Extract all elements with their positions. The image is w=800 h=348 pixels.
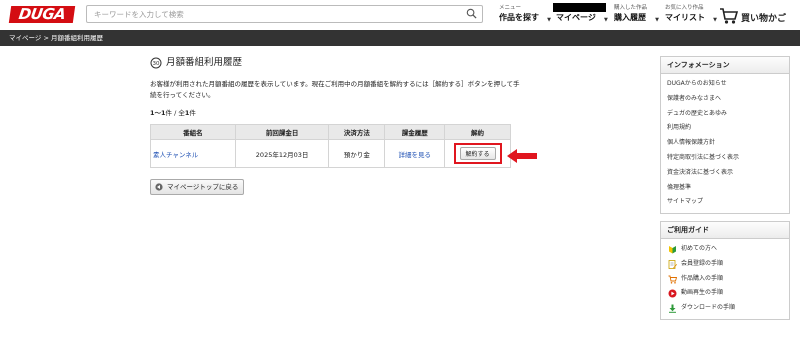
sidebar-item-ethics[interactable]: 倫理基準 (661, 181, 789, 196)
cancel-cell: 解約する (444, 139, 511, 168)
cancel-subscription-button[interactable]: 解約する (459, 147, 496, 160)
table-row: 素人チャンネル 2025年12月03日 預かり金 詳細を見る 解約する (150, 139, 511, 168)
count-unit: 件 / 全 (165, 109, 185, 117)
sidebar-item-commerce-law[interactable]: 特定商取引法に基づく表示 (661, 151, 789, 166)
svg-text:30: 30 (153, 61, 160, 67)
search-icon[interactable] (466, 8, 477, 19)
count-range: 1～1 (150, 109, 166, 117)
nav-sub-label: 購入した作品 (614, 5, 648, 11)
sidebar-item-history[interactable]: デュガの歴史とあゆみ (661, 107, 789, 122)
nav-mypage[interactable]: マイページ ▼ (556, 4, 608, 26)
breadcrumb-current: 月額番組利用履歴 (50, 34, 103, 42)
program-name-cell: 素人チャンネル (150, 139, 236, 168)
sidebar-item-beginner[interactable]: 初めての方へ (661, 242, 789, 257)
nav-label: マイページ (556, 13, 596, 22)
guide-label: 動画再生の手順 (681, 289, 724, 297)
column-header: 課金履歴 (384, 124, 446, 140)
sidebar-item-playback[interactable]: 動画再生の手順 (661, 286, 789, 301)
back-arrow-icon (155, 183, 163, 191)
subscription-history-table: 番組名 前回課金日 決済方法 課金履歴 解約 素人チャンネル 2025年12月0… (150, 124, 511, 168)
sidebar-item-parents[interactable]: 保護者のみなさまへ (661, 92, 789, 107)
guide-label: ダウンロードの手順 (681, 304, 736, 312)
column-header: 解約 (444, 124, 511, 140)
nav-label: マイリスト (665, 13, 705, 22)
site-header: DUGA メニュー 作品を探す ▼ マイページ ▼ 購入した作品 購入履歴 ▼ … (0, 0, 800, 30)
back-to-mypage-button[interactable]: マイページトップに戻る (150, 179, 245, 195)
breadcrumb-separator: > (43, 34, 49, 42)
result-count: 1～1件 / 全1件 (150, 107, 196, 117)
cancel-highlight-box: 解約する (453, 143, 502, 164)
page-title: 月額番組利用履歴 (166, 57, 243, 68)
back-button-label: マイページトップに戻る (167, 183, 239, 191)
sidebar-heading: ご利用ガイド (661, 222, 789, 239)
payment-method: 預かり金 (328, 139, 386, 168)
chevron-down-icon: ▼ (547, 17, 551, 23)
column-header: 前回課金日 (234, 124, 330, 140)
chevron-down-icon: ▼ (655, 17, 660, 23)
last-charge-date: 2025年12月03日 (234, 139, 330, 168)
site-logo[interactable]: DUGA (8, 5, 76, 23)
chevron-down-icon: ▼ (603, 17, 608, 23)
nav-purchase-history[interactable]: 購入した作品 購入履歴 ▼ (614, 4, 659, 26)
cart-icon (720, 8, 739, 24)
beginner-icon (669, 246, 676, 254)
nav-mylist[interactable]: お気に入り作品 マイリスト ▼ (665, 4, 717, 26)
count-unit: 件 (189, 109, 196, 117)
nav-browse-works[interactable]: メニュー 作品を探す ▼ (499, 4, 551, 26)
nav-label: 作品を探す (499, 13, 539, 22)
page-description: お客様が利用された月額番組の履歴を表示しています。現在ご利用中の月額番組を解約す… (150, 80, 520, 99)
history-cell: 詳細を見る (384, 139, 446, 168)
sidebar-item-privacy[interactable]: 個人情報保護方針 (661, 136, 789, 151)
play-icon (668, 289, 677, 298)
nav-sub-label: メニュー (499, 5, 522, 11)
sidebar-item-sitemap[interactable]: サイトマップ (661, 195, 789, 210)
cart-label: 買い物かご (741, 14, 787, 24)
guide-label: 作品購入の手順 (681, 274, 724, 282)
table-header-row: 番組名 前回課金日 決済方法 課金履歴 解約 (150, 124, 511, 140)
sidebar-item-terms[interactable]: 利用規約 (661, 121, 789, 136)
download-icon (669, 304, 676, 313)
guide-label: 初めての方へ (681, 245, 718, 252)
sidebar-heading: インフォメーション (661, 57, 789, 74)
column-header: 決済方法 (328, 124, 386, 140)
registration-icon (668, 259, 677, 269)
breadcrumb-home[interactable]: マイページ (9, 34, 41, 42)
search-input[interactable] (87, 6, 457, 22)
nav-sub-label: お気に入り作品 (665, 5, 704, 11)
sidebar-information: インフォメーション DUGAからのお知らせ 保護者のみなさまへ デュガの歴史とあ… (660, 56, 790, 215)
sidebar-item-download[interactable]: ダウンロードの手順 (661, 301, 789, 316)
guide-label: 会員登録の手順 (681, 259, 724, 267)
search-box (86, 5, 483, 23)
sidebar-item-payment-law[interactable]: 資金決済法に基づく表示 (661, 166, 789, 181)
sidebar-item-news[interactable]: DUGAからのお知らせ (661, 77, 789, 92)
program-name-link[interactable]: 素人チャンネル (153, 151, 198, 159)
purchase-icon (668, 275, 677, 284)
chevron-down-icon: ▼ (713, 17, 717, 23)
sidebar-item-purchase[interactable]: 作品購入の手順 (661, 272, 789, 287)
nav-label: 購入履歴 (614, 13, 646, 22)
column-header: 番組名 (150, 124, 236, 140)
breadcrumb: マイページ > 月額番組利用履歴 (0, 30, 800, 46)
view-details-link[interactable]: 詳細を見る (398, 151, 431, 159)
monthly-30-icon: 30 (150, 57, 162, 69)
sidebar-item-registration[interactable]: 会員登録の手順 (661, 257, 789, 272)
pointer-arrow-icon (507, 149, 537, 163)
sidebar-guide: ご利用ガイド 初めての方へ 会員登録の手順 作品購入の手順 動画再生の手順 ダウ… (660, 221, 790, 320)
